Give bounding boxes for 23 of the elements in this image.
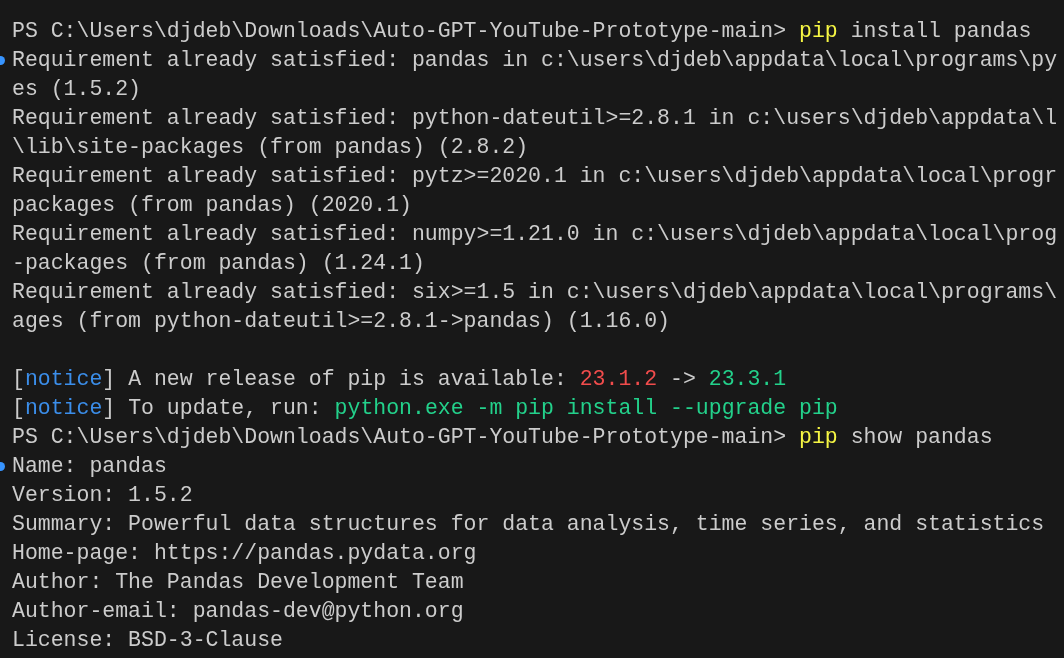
command-marker-icon[interactable] (0, 462, 5, 471)
terminal-line: PS C:\Users\djdeb\Downloads\Auto-GPT-YouTube-Prototype-main> pip show pandas (12, 424, 993, 451)
terminal-line: [notice] A new release of pip is available: 23.1.2 -> 23.3.1 (12, 366, 787, 393)
terminal-line: Name: pandas (12, 453, 167, 480)
terminal-line: Author-email: pandas-dev@python.org (12, 598, 464, 625)
terminal-line: Requirement already satisfied: pytz>=2020.1 in c:\users\djdeb\appdata\local\progr (12, 163, 1058, 190)
terminal-line: Requirement already satisfied: pandas in c:\users\djdeb\appdata\local\programs\py (12, 47, 1058, 74)
terminal-line: -packages (from pandas) (1.24.1) (12, 250, 425, 277)
terminal-line: Requirement already satisfied: python-dateutil>=2.8.1 in c:\users\djdeb\appdata\l (12, 105, 1058, 132)
terminal-line: Version: 1.5.2 (12, 482, 193, 509)
terminal-line: License: BSD-3-Clause (12, 627, 283, 654)
terminal-line: \lib\site-packages (from pandas) (2.8.2) (12, 134, 529, 161)
command-marker-icon[interactable] (0, 56, 5, 65)
terminal-line: Author: The Pandas Development Team (12, 569, 464, 596)
terminal-line: Requirement already satisfied: six>=1.5 in c:\users\djdeb\appdata\local\programs\ (12, 279, 1058, 306)
terminal-line: ages (from python-dateutil>=2.8.1->pandas) (1.16.0) (12, 308, 670, 335)
terminal-line: PS C:\Users\djdeb\Downloads\Auto-GPT-YouTube-Prototype-main> pip install pandas (12, 18, 1032, 45)
terminal-line: Home-page: https://pandas.pydata.org (12, 540, 477, 567)
terminal-line: [notice] To update, run: python.exe -m pip install --upgrade pip (12, 395, 838, 422)
terminal-line: es (1.5.2) (12, 76, 142, 103)
terminal-line: packages (from pandas) (2020.1) (12, 192, 412, 219)
terminal-line: Summary: Powerful data structures for data analysis, time series, and statistics (12, 511, 1045, 538)
terminal-line: Requirement already satisfied: numpy>=1.21.0 in c:\users\djdeb\appdata\local\prog (12, 221, 1058, 248)
